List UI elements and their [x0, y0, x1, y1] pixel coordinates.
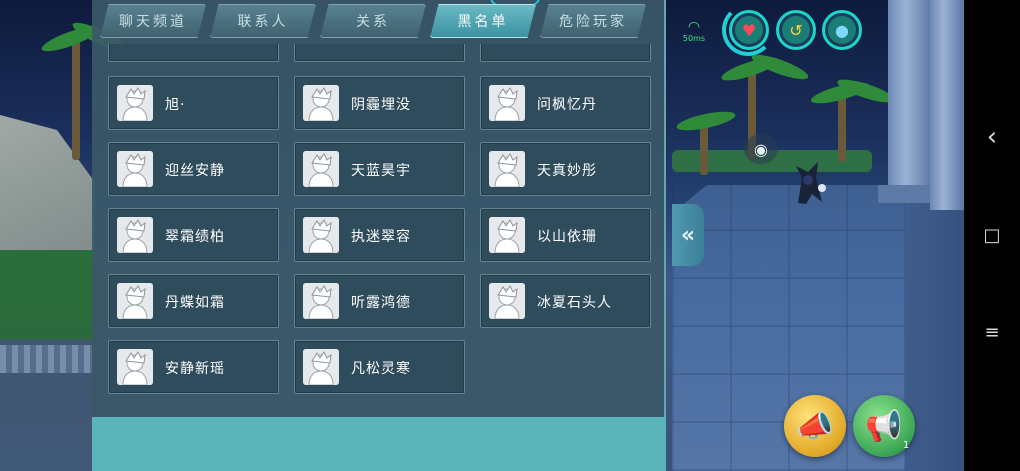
stamina-status[interactable]: ↺ — [776, 10, 816, 50]
blacklist-card-partial — [294, 44, 465, 62]
player-name: 天蓝昊宇 — [351, 163, 411, 179]
megaphone-icon: 📣 — [796, 408, 834, 444]
blacklist-card[interactable]: 阴霾埋没 — [294, 76, 465, 130]
blacklist-card[interactable]: 迎丝安静 — [108, 142, 279, 196]
player-name: 丹蝶如霜 — [165, 295, 225, 311]
menu-lines-icon: ≡ — [984, 321, 1000, 343]
horn-count-badge: 1 — [903, 440, 910, 451]
player-avatar — [117, 85, 153, 121]
tab-relations[interactable]: 关系 — [320, 4, 426, 38]
player-name: 翠霜绩柏 — [165, 229, 225, 245]
hydration-status[interactable]: ● — [822, 10, 862, 50]
player-avatar — [489, 283, 525, 319]
blacklist-card[interactable]: 天蓝昊宇 — [294, 142, 465, 196]
player-avatar — [489, 217, 525, 253]
panel-footer — [92, 417, 666, 471]
player-avatar — [489, 85, 525, 121]
tab-dangerous-players[interactable]: 危险玩家 — [540, 4, 646, 38]
home-square-icon: □ — [983, 224, 1001, 246]
tab-blacklist[interactable]: 黑名单 — [430, 4, 536, 38]
player-name: 执迷翠容 — [351, 229, 411, 245]
panel-tabs: 聊天频道 联系人 关系 黑名单 危险玩家 — [100, 4, 646, 40]
back-button[interactable]: ‹ — [964, 117, 1020, 157]
player-avatar — [303, 349, 339, 385]
player-character[interactable] — [788, 158, 828, 208]
tab-chat-channel[interactable]: 聊天频道 — [100, 4, 206, 38]
double-chevron-left-icon: « — [680, 222, 696, 248]
palm-trunk — [838, 92, 846, 162]
loudspeaker-button[interactable]: 📣 — [784, 395, 846, 457]
player-avatar — [303, 85, 339, 121]
blacklist-card[interactable]: 翠霜绩柏 — [108, 208, 279, 262]
player-name: 以山依珊 — [537, 229, 597, 245]
greek-pattern-border — [0, 345, 95, 373]
temple-column — [930, 0, 964, 210]
player-avatar — [117, 217, 153, 253]
blacklist-grid[interactable]: 旭· 阴霾埋没 问枫忆丹迎丝安静 天蓝昊宇 天真妙彤翠霜绩柏 执迷翠容 以山依珊丹蝶如霜 听露… — [100, 44, 660, 409]
eye-icon[interactable]: ◉ — [744, 134, 778, 164]
player-avatar — [303, 217, 339, 253]
player-name: 阴霾埋没 — [351, 97, 411, 113]
palm-trunk — [72, 40, 80, 160]
blacklist-card[interactable]: 以山依珊 — [480, 208, 651, 262]
blacklist-card[interactable]: 安静新瑶 — [108, 340, 279, 394]
player-name: 听露鸿德 — [351, 295, 411, 311]
blacklist-card[interactable]: 问枫忆丹 — [480, 76, 651, 130]
recents-button[interactable]: ≡ — [964, 312, 1020, 352]
player-avatar — [117, 349, 153, 385]
ping-value: 50ms — [682, 34, 706, 43]
tab-contacts[interactable]: 联系人 — [210, 4, 316, 38]
wifi-signal-icon: ◠ — [687, 19, 701, 35]
rock-terrain — [0, 115, 95, 265]
horn-icon: 📢 — [865, 408, 903, 444]
system-nav-bar: ‹ □ ≡ — [964, 0, 1020, 471]
player-name: 问枫忆丹 — [537, 97, 597, 113]
blacklist-card[interactable]: 旭· — [108, 76, 279, 130]
player-avatar — [303, 151, 339, 187]
player-avatar — [489, 151, 525, 187]
player-name: 冰夏石头人 — [537, 295, 612, 311]
home-button[interactable]: □ — [964, 215, 1020, 255]
player-avatar — [303, 283, 339, 319]
player-name: 旭· — [165, 97, 186, 113]
temple-column — [888, 0, 932, 190]
blacklist-card[interactable]: 冰夏石头人 — [480, 274, 651, 328]
player-avatar — [117, 283, 153, 319]
blacklist-card-partial — [108, 44, 279, 62]
player-name: 凡松灵寒 — [351, 361, 411, 377]
player-name: 迎丝安静 — [165, 163, 225, 179]
blacklist-card[interactable]: 丹蝶如霜 — [108, 274, 279, 328]
collapse-panel-button[interactable]: « — [672, 204, 704, 266]
network-ping: ◠ 50ms — [678, 20, 710, 50]
blacklist-card[interactable]: 执迷翠容 — [294, 208, 465, 262]
blacklist-card-partial — [480, 44, 651, 62]
player-avatar — [117, 151, 153, 187]
player-name: 安静新瑶 — [165, 361, 225, 377]
blacklist-card[interactable]: 天真妙彤 — [480, 142, 651, 196]
heart-icon: ♥ — [735, 16, 763, 44]
blacklist-card[interactable]: 凡松灵寒 — [294, 340, 465, 394]
back-chevron-icon: ‹ — [986, 122, 998, 152]
health-status[interactable]: ♥ — [729, 10, 769, 50]
blacklist-card[interactable]: 听露鸿德 — [294, 274, 465, 328]
water-drop-icon: ● — [828, 16, 856, 44]
stamina-arm-icon: ↺ — [782, 16, 810, 44]
player-name: 天真妙彤 — [537, 163, 597, 179]
